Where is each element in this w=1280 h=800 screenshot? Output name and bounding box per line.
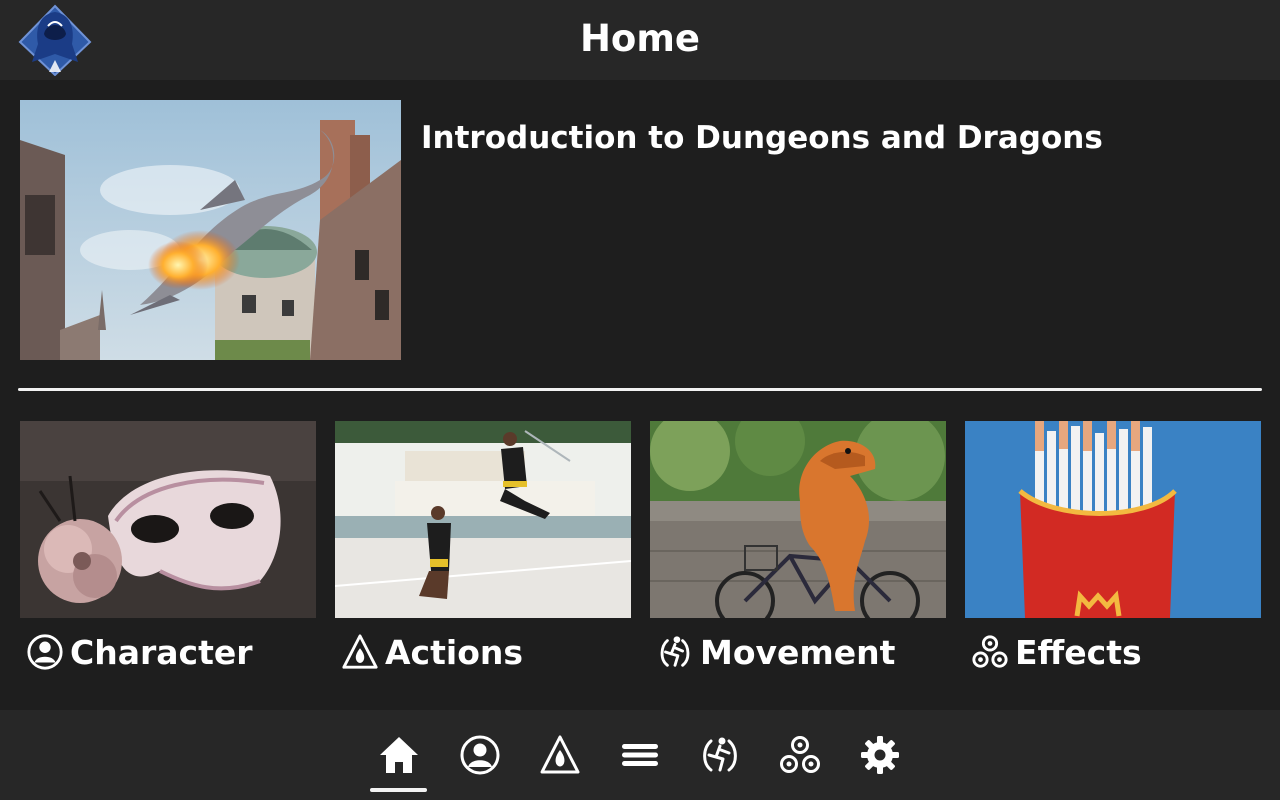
category-card-character[interactable]: Character — [20, 421, 316, 674]
martial-arts-jump-image[interactable] — [335, 421, 631, 618]
page-title: Home — [579, 17, 701, 60]
person-circle-icon — [27, 634, 63, 670]
three-circles-icon — [972, 635, 1008, 668]
bottom-nav — [0, 710, 1280, 800]
cigarettes-fries-box-image[interactable] — [965, 421, 1261, 618]
category-card-effects[interactable]: Effects — [965, 421, 1261, 674]
category-label-actions[interactable]: Actions — [341, 630, 523, 674]
flame-triangle-icon — [342, 634, 378, 669]
flame-triangle-icon — [540, 735, 580, 774]
featured-article[interactable]: Introduction to Dungeons and Dragons — [20, 100, 1260, 360]
category-label-character[interactable]: Character — [26, 630, 253, 674]
category-card-movement[interactable]: Movement — [650, 421, 946, 674]
category-title: Movement — [700, 632, 896, 672]
three-circles-icon — [780, 736, 820, 773]
dinosaur-bicycle-image[interactable] — [650, 421, 946, 618]
home-icon — [380, 737, 418, 773]
section-divider — [18, 388, 1262, 391]
top-bar: Home — [0, 0, 1280, 80]
category-card-actions[interactable]: Actions — [335, 421, 631, 674]
person-circle-icon — [460, 735, 500, 775]
nav-selected-indicator — [370, 788, 427, 792]
category-label-movement[interactable]: Movement — [656, 630, 895, 674]
nav-character[interactable] — [450, 710, 510, 800]
nav-settings[interactable] — [850, 710, 910, 800]
category-title: Character — [70, 632, 253, 672]
category-title: Actions — [385, 632, 523, 672]
category-label-effects[interactable]: Effects — [971, 630, 1142, 674]
gear-icon — [861, 736, 899, 774]
category-title: Effects — [1015, 632, 1142, 672]
nav-effects[interactable] — [770, 710, 830, 800]
featured-article-title[interactable]: Introduction to Dungeons and Dragons — [421, 120, 1103, 156]
nav-home[interactable] — [369, 710, 429, 800]
nav-actions[interactable] — [530, 710, 590, 800]
runner-circle-icon — [660, 636, 690, 667]
carnival-mask-image[interactable] — [20, 421, 316, 618]
hamburger-menu-icon — [622, 744, 658, 766]
nav-movement[interactable] — [690, 710, 750, 800]
runner-circle-icon — [703, 737, 737, 772]
nav-menu[interactable] — [610, 710, 670, 800]
dragon-castle-image[interactable] — [20, 100, 401, 360]
